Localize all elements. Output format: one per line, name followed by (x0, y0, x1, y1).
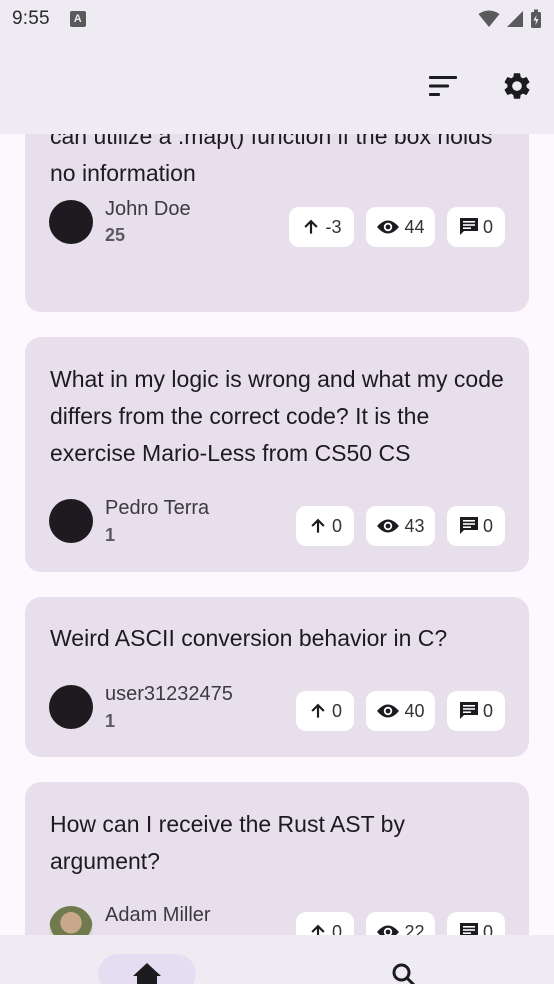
vote-count-chip[interactable]: 0 (296, 691, 354, 731)
question-card[interactable]: can utilize a .map() function if the box… (25, 134, 529, 312)
nav-item-home[interactable] (98, 954, 196, 984)
avatar (49, 499, 93, 543)
home-icon (133, 963, 161, 984)
vote-count-chip[interactable]: -3 (289, 207, 354, 247)
status-icons (478, 9, 542, 29)
author-reputation: 25 (105, 225, 126, 245)
view-count-chip[interactable]: 44 (366, 207, 435, 247)
search-icon (392, 963, 416, 984)
vote-count-chip[interactable]: 0 (296, 506, 354, 546)
question-card[interactable]: How can I receive the Rust AST by argume… (25, 782, 529, 935)
eye-icon (377, 704, 400, 718)
question-title: can utilize a .map() function if the box… (50, 134, 493, 186)
bottom-navigation (0, 935, 554, 984)
view-count-chip[interactable]: 22 (366, 912, 435, 935)
eye-icon (377, 220, 400, 234)
gear-icon (504, 73, 530, 99)
comment-icon (459, 517, 478, 534)
question-title: What in my logic is wrong and what my co… (50, 366, 504, 466)
comment-count: 0 (482, 515, 493, 536)
comment-count: 0 (482, 921, 493, 936)
view-count-chip[interactable]: 43 (366, 506, 435, 546)
author-name: John Doe (105, 198, 191, 220)
vote-count: 0 (331, 515, 342, 536)
author-name: user31232475 (105, 683, 233, 705)
vote-count-chip[interactable]: 0 (296, 912, 354, 935)
author-reputation: 1 (105, 711, 116, 731)
sort-icon (429, 76, 457, 96)
question-feed: can utilize a .map() function if the box… (0, 134, 554, 935)
comment-count-chip[interactable]: 0 (447, 207, 505, 247)
view-count: 22 (404, 921, 425, 936)
vote-count: -3 (325, 216, 342, 237)
comment-count: 0 (482, 216, 493, 237)
status-time: 9:55 (12, 8, 50, 29)
notification-icon: A (69, 11, 86, 27)
app-bar (0, 38, 554, 134)
eye-icon (377, 925, 400, 935)
view-count-chip[interactable]: 40 (366, 691, 435, 731)
avatar (49, 906, 93, 935)
question-title: How can I receive the Rust AST by argume… (50, 811, 405, 874)
eye-icon (377, 519, 400, 533)
nav-item-search[interactable] (384, 962, 424, 984)
signal-icon (507, 11, 523, 27)
vote-count: 0 (331, 921, 342, 936)
status-bar: 9:55 A (0, 0, 554, 38)
comment-icon (459, 702, 478, 719)
view-count: 44 (404, 216, 425, 237)
question-title: Weird ASCII conversion behavior in C? (50, 625, 448, 651)
question-card[interactable]: Weird ASCII conversion behavior in C? us… (25, 597, 529, 757)
sort-button[interactable] (423, 66, 463, 106)
question-card[interactable]: What in my logic is wrong and what my co… (25, 337, 529, 572)
comment-icon (459, 923, 478, 935)
arrow-up-icon (311, 703, 325, 718)
author-reputation: 1 (105, 525, 116, 545)
comment-count-chip[interactable]: 0 (447, 506, 505, 546)
comment-count-chip[interactable]: 0 (447, 691, 505, 731)
view-count: 40 (404, 700, 425, 721)
author-name: Adam Miller (105, 904, 211, 926)
view-count: 43 (404, 515, 425, 536)
avatar (49, 685, 93, 729)
comment-count-chip[interactable]: 0 (447, 912, 505, 935)
author-name: Pedro Terra (105, 497, 210, 519)
vote-count: 0 (331, 700, 342, 721)
avatar (49, 200, 93, 244)
battery-icon (531, 9, 541, 28)
arrow-up-icon (311, 924, 325, 935)
arrow-up-icon (311, 518, 325, 533)
comment-count: 0 (482, 700, 493, 721)
screen: 9:55 A can utilize a .map() function if … (0, 0, 554, 984)
settings-button[interactable] (497, 66, 537, 106)
comment-icon (459, 218, 478, 235)
wifi-icon (478, 10, 500, 27)
arrow-up-icon (304, 219, 319, 234)
